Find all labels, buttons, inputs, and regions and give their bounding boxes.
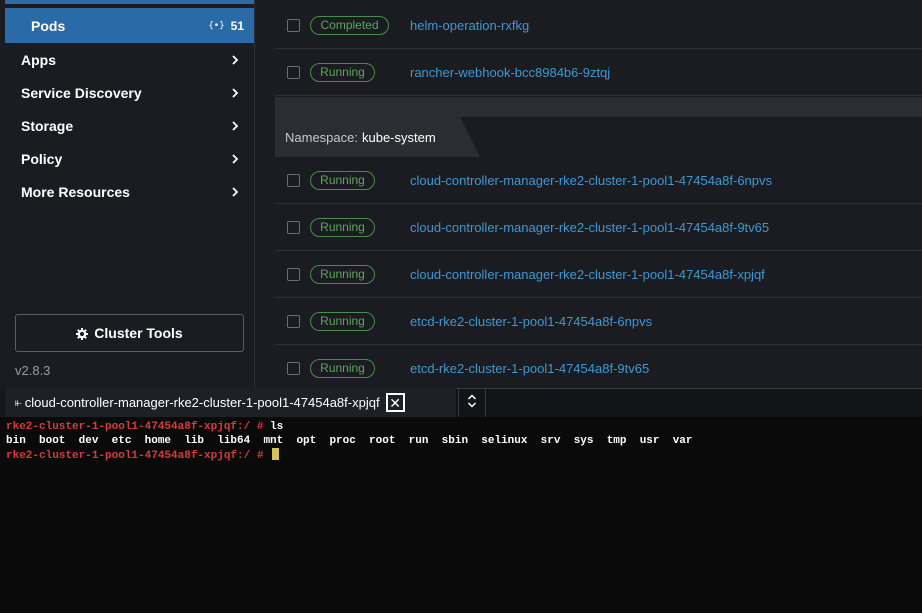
terminal-line: bin boot dev etc home lib lib64 mnt opt … (6, 435, 693, 447)
table-row[interactable]: Running etcd-rke2-cluster-1-pool1-47454a… (275, 345, 922, 392)
rancher-dashboard: Pods {•} 51 Apps Service Discovery Stora… (0, 0, 922, 613)
table-row[interactable]: Completed helm-operation-rxfkg (275, 2, 922, 49)
sidebar-item-service-discovery[interactable]: Service Discovery (5, 76, 254, 109)
status-badge: Running (310, 170, 375, 190)
chevron-right-icon (230, 120, 240, 131)
status-badge: Completed (310, 15, 389, 35)
pod-link[interactable]: helm-operation-rxfkg (410, 18, 529, 33)
table-row[interactable]: Running etcd-rke2-cluster-1-pool1-47454a… (275, 298, 922, 345)
row-checkbox[interactable] (287, 314, 300, 328)
shell-prompt: rke2-cluster-1-pool1-47454a8f-xpjqf:/ # (6, 421, 271, 433)
status-badge: Running (310, 311, 375, 331)
status-badge: Running (310, 358, 375, 378)
chevron-up-down-icon (467, 393, 477, 413)
terminal-icon: ⫦ (15, 395, 22, 409)
sidebar-item-label: Storage (21, 117, 74, 134)
row-checkbox[interactable] (287, 65, 300, 79)
sidebar-item-label: Service Discovery (21, 84, 142, 101)
close-icon[interactable]: ✕ (385, 393, 405, 412)
sidebar-gutter (254, 0, 275, 388)
sidebar-item-more-resources[interactable]: More Resources (5, 175, 254, 208)
terminal-resize-button[interactable] (458, 389, 486, 417)
table-row[interactable]: Running cloud-controller-manager-rke2-cl… (275, 157, 922, 204)
namespace-prefix: Namespace: (285, 129, 358, 145)
sidebar-top-highlight (5, 0, 254, 4)
sidebar-item-apps[interactable]: Apps (5, 43, 254, 76)
shell-prompt: rke2-cluster-1-pool1-47454a8f-xpjqf:/ # (6, 450, 271, 462)
terminal-tab-title: cloud-controller-manager-rke2-cluster-1-… (24, 395, 380, 410)
terminal-tab[interactable]: ⫦ cloud-controller-manager-rke2-cluster-… (5, 388, 456, 417)
sidebar: Pods {•} 51 Apps Service Discovery Stora… (0, 0, 254, 388)
sidebar-item-policy[interactable]: Policy (5, 142, 254, 175)
row-checkbox[interactable] (287, 361, 300, 375)
sidebar-item-label: Pods (31, 17, 66, 34)
pod-link[interactable]: etcd-rke2-cluster-1-pool1-47454a8f-6npvs (410, 314, 652, 329)
chevron-right-icon (230, 54, 240, 65)
terminal-output[interactable]: rke2-cluster-1-pool1-47454a8f-xpjqf:/ # … (0, 417, 922, 613)
sidebar-item-label: Apps (21, 51, 56, 68)
pod-list: Completed helm-operation-rxfkg Running r… (275, 0, 922, 392)
status-badge: Running (310, 62, 375, 82)
chevron-right-icon (230, 186, 240, 197)
pod-link[interactable]: cloud-controller-manager-rke2-cluster-1-… (410, 220, 769, 235)
gear-icon (76, 327, 89, 340)
version-label: v2.8.3 (15, 363, 51, 378)
pod-link[interactable]: cloud-controller-manager-rke2-cluster-1-… (410, 267, 765, 282)
status-badge: Running (310, 217, 375, 237)
table-row[interactable]: Running cloud-controller-manager-rke2-cl… (275, 251, 922, 298)
cluster-tools-button[interactable]: Cluster Tools (15, 314, 244, 352)
pod-link[interactable]: etcd-rke2-cluster-1-pool1-47454a8f-9tv65 (410, 361, 649, 376)
namespace-name: kube-system (361, 129, 436, 145)
pod-count-badge: 51 (230, 18, 244, 33)
chevron-right-icon (230, 153, 240, 164)
namespace-separator (275, 97, 922, 117)
status-badge: Running (310, 264, 375, 284)
row-checkbox[interactable] (287, 173, 300, 187)
row-checkbox[interactable] (287, 18, 300, 32)
sidebar-item-pods[interactable]: Pods {•} 51 (5, 8, 254, 43)
table-row[interactable]: Running cloud-controller-manager-rke2-cl… (275, 204, 922, 251)
chevron-right-icon (230, 87, 240, 98)
pod-link[interactable]: cloud-controller-manager-rke2-cluster-1-… (410, 173, 772, 188)
sidebar-item-label: Policy (21, 150, 63, 167)
row-checkbox[interactable] (287, 267, 300, 281)
pod-icon: {•} (208, 20, 225, 31)
terminal-line: rke2-cluster-1-pool1-47454a8f-xpjqf:/ # … (6, 420, 916, 434)
sidebar-divider (254, 0, 255, 388)
namespace-group-header: Namespace: kube-system (275, 117, 480, 157)
table-row[interactable]: Running rancher-webhook-bcc8984b6-9ztqj (275, 49, 922, 96)
shell-command: ls (270, 421, 284, 433)
terminal-line: rke2-cluster-1-pool1-47454a8f-xpjqf:/ # (6, 448, 916, 463)
pod-link[interactable]: rancher-webhook-bcc8984b6-9ztqj (410, 65, 610, 80)
row-checkbox[interactable] (287, 220, 300, 234)
sidebar-item-storage[interactable]: Storage (5, 109, 254, 142)
cluster-tools-label: Cluster Tools (94, 325, 183, 341)
terminal-cursor (272, 448, 280, 460)
sidebar-item-label: More Resources (21, 183, 130, 200)
